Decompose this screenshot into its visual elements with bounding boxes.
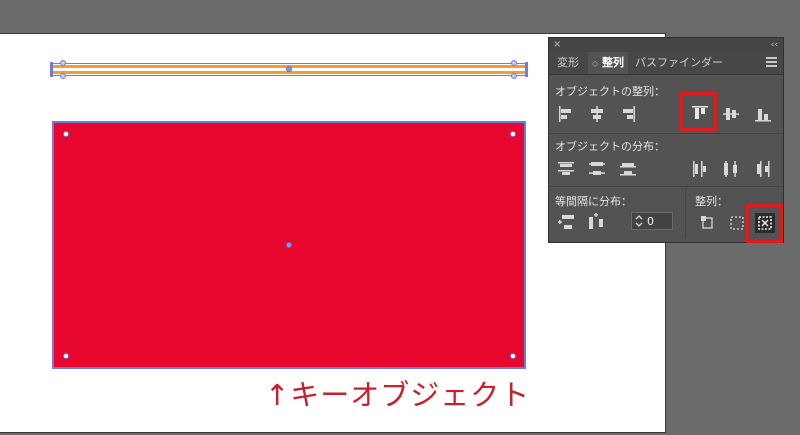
selection-handle[interactable] [63,131,69,137]
panel-menu-icon[interactable] [766,57,777,67]
close-icon[interactable]: × [553,38,561,52]
center-point [286,242,292,248]
vertical-align-bottom-button[interactable] [753,104,773,124]
horizontal-distribute-left-button[interactable] [690,159,710,179]
vertical-distribute-center-button[interactable] [587,159,607,179]
panel-tabbar: 変形 ◇ 整列 パスファインダー [549,52,783,75]
tab-transform[interactable]: 変形 [549,52,587,74]
vertical-align-center-button[interactable] [721,104,741,124]
distribute-spacing-label: 等間隔に分布： [555,195,632,208]
bounding-box-edge [50,62,53,77]
align-objects-label: オブジェクトの整列： [555,85,665,98]
stepper-arrows-icon[interactable] [634,214,644,228]
tab-pathfinder[interactable]: パスファインダー [635,52,731,74]
vertical-distribute-bottom-button[interactable] [618,159,638,179]
center-point [286,66,292,72]
vertical-distribute-top-button[interactable] [556,159,576,179]
tab-label: パスファインダー [635,56,723,69]
bounding-box-edge [525,62,528,77]
align-to-label: 整列： [695,195,728,208]
section-divider [549,186,783,187]
tab-align[interactable]: ◇ 整列 [588,52,628,74]
section-vdivider [685,188,686,238]
selection-handle[interactable] [510,131,516,137]
align-to-artboard-button[interactable] [697,213,717,233]
horizontal-align-left-button[interactable] [556,104,576,124]
highlight-align-to-key-object [746,204,783,243]
selection-handle[interactable] [60,60,66,66]
selection-handle[interactable] [510,353,516,359]
horizontal-align-right-button[interactable] [618,104,638,124]
panel-titlebar: × ‹‹ [549,38,783,52]
selection-handle[interactable] [511,60,517,66]
spacing-value-field [631,212,673,230]
horizontal-align-center-button[interactable] [587,104,607,124]
vertical-distribute-space-button[interactable] [557,212,577,232]
selection-handle[interactable] [60,73,66,79]
selection-handle[interactable] [63,353,69,359]
sort-icon: ◇ [592,59,599,68]
spacing-value-input[interactable] [647,213,671,229]
tab-label: 変形 [557,56,579,69]
horizontal-distribute-right-button[interactable] [753,159,773,179]
collapse-icon[interactable]: ‹‹ [771,38,778,52]
distribute-objects-label: オブジェクトの分布： [555,140,665,153]
tab-label: 整列 [602,56,624,69]
section-divider [549,133,783,134]
highlight-vertical-align-top [680,92,717,131]
key-object-caption: ↑キーオブジェクト [265,378,531,412]
align-to-selection-button[interactable] [727,213,747,233]
horizontal-distribute-center-button[interactable] [721,159,741,179]
selection-handle[interactable] [511,73,517,79]
horizontal-distribute-space-button[interactable] [586,212,606,232]
